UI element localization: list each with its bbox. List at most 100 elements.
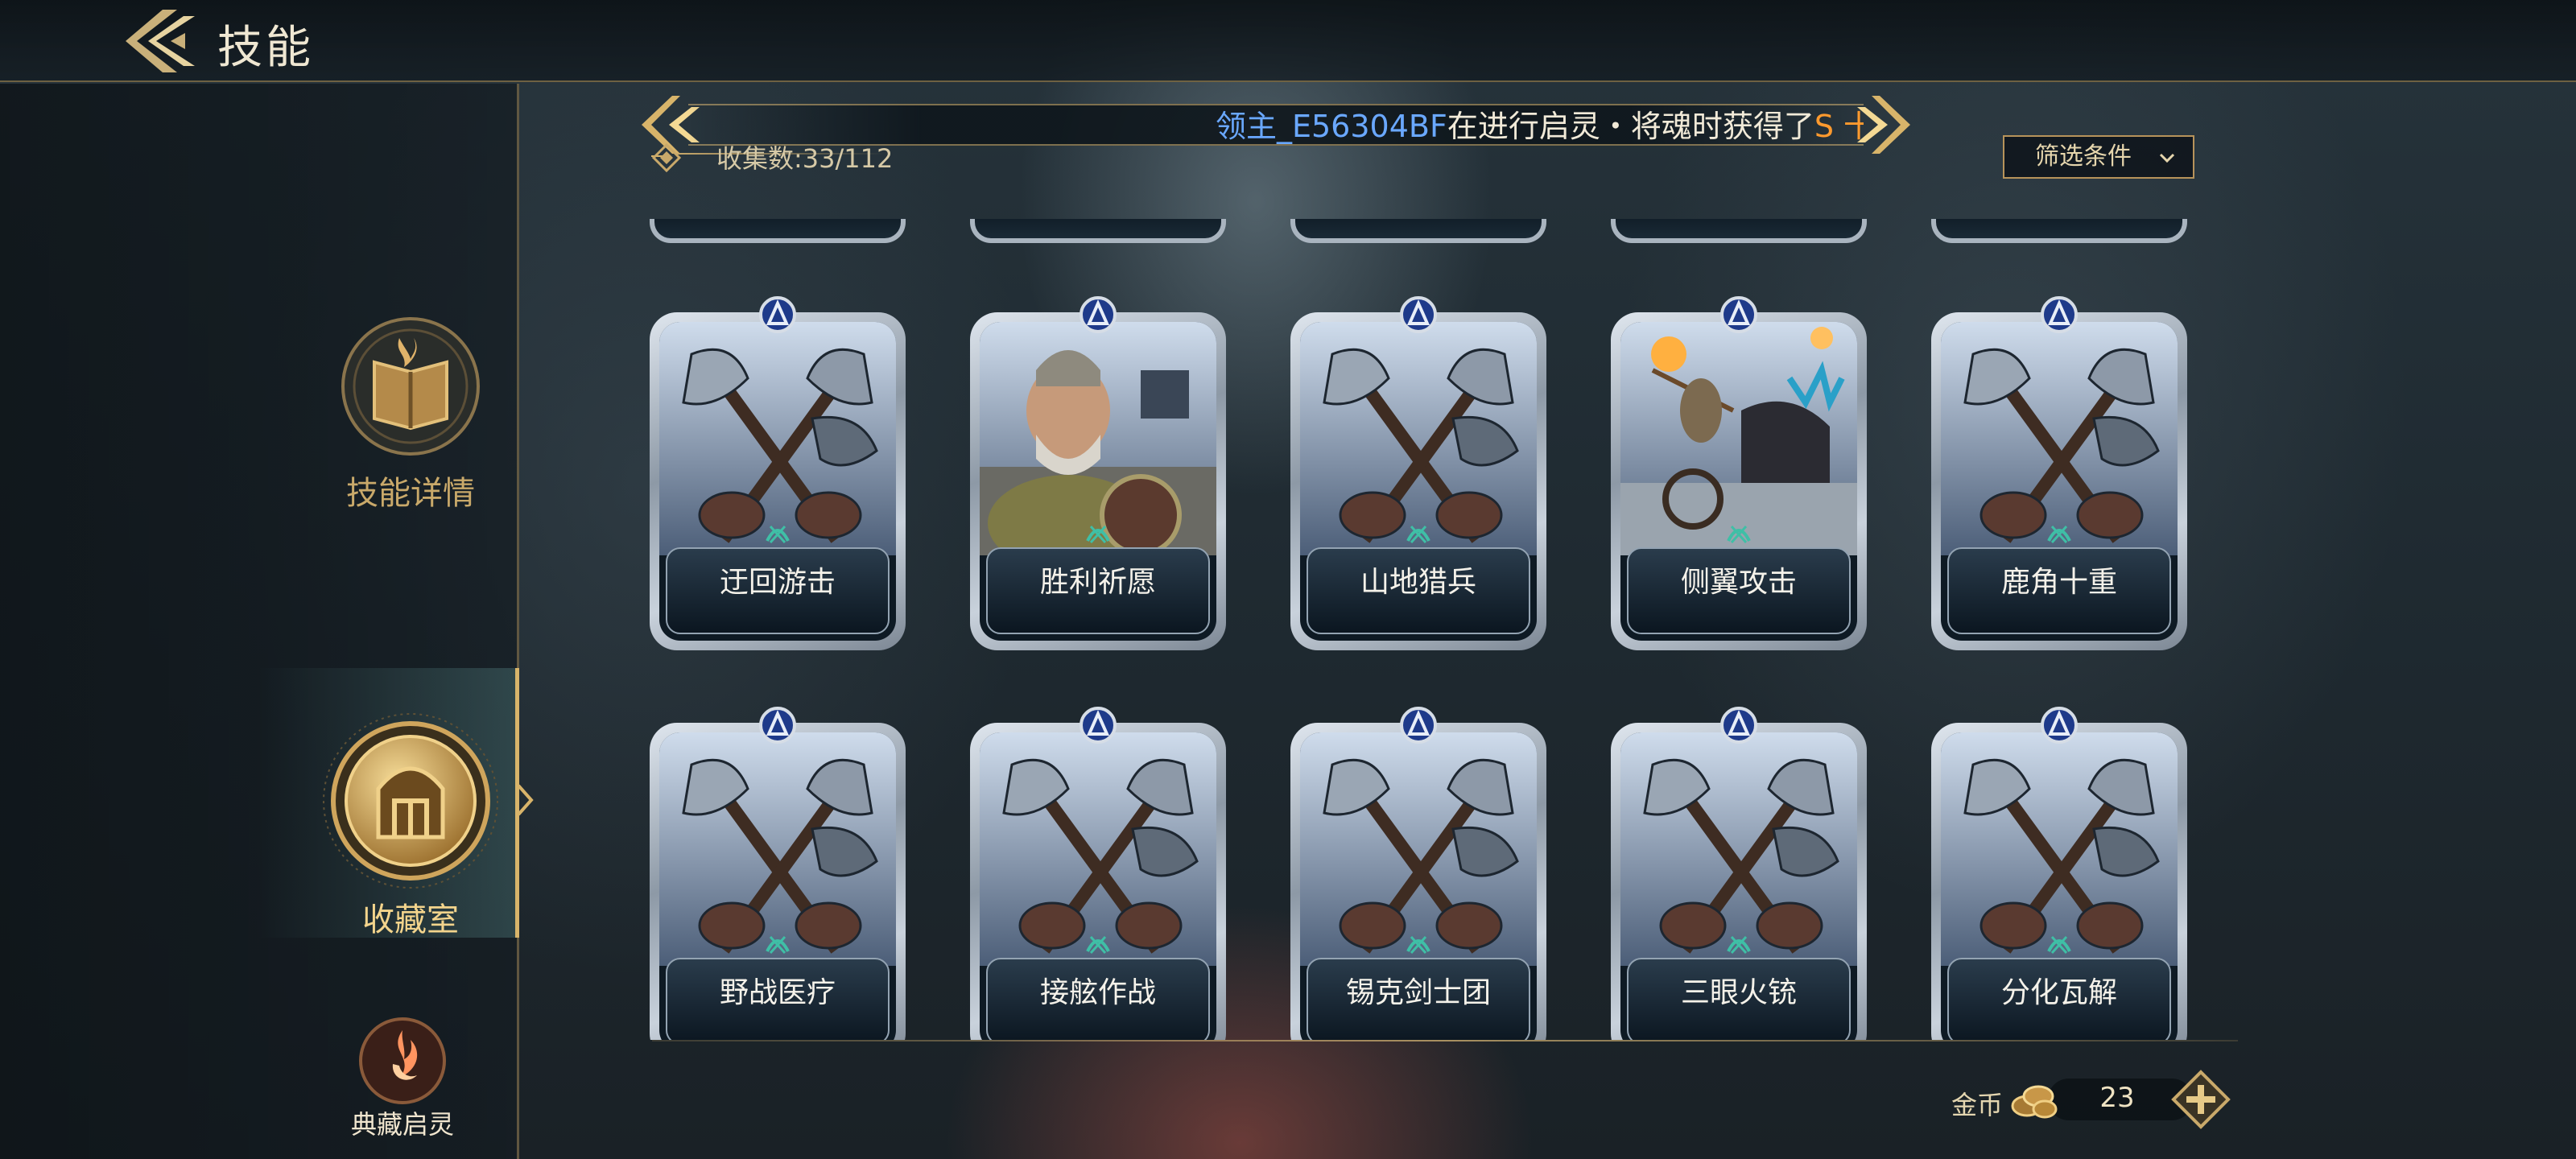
rarity-gem-icon: [1400, 296, 1437, 333]
rarity-gem-icon: [759, 707, 796, 744]
card-name: 三眼火铳: [1680, 976, 1797, 1009]
top-bar: 技能: [0, 0, 2576, 82]
card-namebar: 三眼火铳: [1627, 958, 1851, 1040]
rarity-gem-icon: [1080, 707, 1117, 744]
skill-card[interactable]: 迂回游击: [650, 296, 906, 650]
crossed-axes-art-icon: [659, 732, 896, 966]
card-frame: 锡克剑士团: [1290, 723, 1546, 1040]
chevron-down-icon: [2159, 153, 2175, 163]
card-namebar: 锡克剑士团: [1307, 958, 1530, 1040]
card-name: 锡克剑士团: [1345, 976, 1491, 1009]
ticker-text: 领主_E56304BF在进行启灵・将魂时获得了S 十字军: [1216, 105, 1864, 144]
card-inner: 鹿角十重: [1941, 322, 2178, 641]
rarity-gem-icon: [1080, 296, 1117, 333]
card-namebar: 迂回游击: [666, 547, 890, 634]
card-partial[interactable]: [1290, 219, 1546, 243]
sidebar-item-label: 收藏室: [362, 901, 459, 938]
card-frame: 野战医疗: [650, 723, 906, 1040]
card-type-sigil-icon: [1406, 935, 1430, 955]
card-name: 分化瓦解: [2000, 976, 2117, 1009]
rarity-gem-icon: [1400, 707, 1437, 744]
card-namebar: 接舷作战: [986, 958, 1210, 1040]
card-partial[interactable]: [650, 219, 906, 243]
card-namebar: 鹿角十重: [1947, 547, 2171, 634]
card-partial[interactable]: [1611, 219, 1867, 243]
card-frame: 山地猎兵: [1290, 312, 1546, 650]
sidebar-item-label: 典藏启灵: [350, 1109, 454, 1140]
card-namebar: 分化瓦解: [1947, 958, 2171, 1040]
back-arrow-icon[interactable]: [121, 5, 201, 77]
rarity-gem-icon: [759, 296, 796, 333]
chariot-archer-art-icon: [1620, 322, 1857, 555]
card-namebar: 野战医疗: [666, 958, 890, 1040]
sidebar-item-label: 技能详情: [346, 475, 475, 512]
skill-card[interactable]: 接舷作战: [970, 707, 1226, 1040]
card-type-sigil-icon: [1086, 525, 1110, 544]
card-name: 鹿角十重: [2000, 566, 2117, 599]
skill-card[interactable]: 侧翼攻击: [1611, 296, 1867, 650]
collection-count: 收集数:33/112: [716, 143, 894, 174]
diamond-ornament-icon: [652, 143, 681, 172]
rarity-gem-icon: [2041, 296, 2078, 333]
add-gold-button[interactable]: [2170, 1069, 2231, 1130]
skill-card[interactable]: 分化瓦解: [1931, 707, 2187, 1040]
card-type-sigil-icon: [1086, 935, 1110, 955]
card-frame: 分化瓦解: [1931, 723, 2187, 1040]
flame-spirit-icon: [359, 1017, 446, 1104]
card-inner: 接舷作战: [980, 732, 1216, 1040]
rarity-gem-icon: [1720, 296, 1757, 333]
crossed-axes-art-icon: [1941, 732, 2178, 966]
crossed-axes-art-icon: [1941, 322, 2178, 555]
grid-bottom-divider: [652, 1040, 2238, 1041]
card-namebar: 胜利祈愿: [986, 547, 1210, 634]
card-namebar: 侧翼攻击: [1627, 547, 1851, 634]
sidebar-item-skill-details[interactable]: 技能详情: [306, 306, 515, 514]
card-inner: 迂回游击: [659, 322, 896, 641]
card-frame: 接舷作战: [970, 723, 1226, 1040]
gold-coins-icon: [2011, 1085, 2058, 1119]
skill-card[interactable]: 三眼火铳: [1611, 707, 1867, 1040]
card-frame: 胜利祈愿: [970, 312, 1226, 650]
card-frame: 三眼火铳: [1611, 723, 1867, 1040]
card-name: 野战医疗: [719, 976, 836, 1009]
crossed-axes-art-icon: [980, 732, 1216, 966]
crossed-axes-art-icon: [1620, 732, 1857, 966]
skill-card[interactable]: 野战医疗: [650, 707, 906, 1040]
sidebar-item-collection[interactable]: 收藏室: [294, 708, 527, 940]
card-frame: 侧翼攻击: [1611, 312, 1867, 650]
skill-card[interactable]: 锡克剑士团: [1290, 707, 1546, 1040]
page-title: 技能: [217, 22, 314, 74]
card-name: 侧翼攻击: [1680, 566, 1797, 599]
crossed-axes-art-icon: [1300, 732, 1537, 966]
card-inner: 野战医疗: [659, 732, 896, 1040]
skill-card[interactable]: 胜利祈愿: [970, 296, 1226, 650]
skill-book-icon: [341, 317, 480, 456]
ticker-player-name: 领主_E56304BF: [1216, 109, 1447, 144]
card-inner: 锡克剑士团: [1300, 732, 1537, 1040]
card-inner: 三眼火铳: [1620, 732, 1857, 1040]
card-partial[interactable]: [1931, 219, 2187, 243]
filter-dropdown[interactable]: 筛选条件: [2003, 135, 2194, 179]
card-name: 接舷作战: [1039, 976, 1156, 1009]
collection-emblem-icon: [323, 713, 498, 889]
card-type-sigil-icon: [766, 935, 790, 955]
card-partial[interactable]: [970, 219, 1226, 243]
card-inner: 分化瓦解: [1941, 732, 2178, 1040]
armored-warrior-art-icon: [980, 322, 1216, 555]
card-grid: 迂回游击 胜利祈愿 山地猎兵 侧翼攻击 鹿角十重野战医疗 接舷作战 锡克剑士团 三眼火铳 分化瓦…: [640, 219, 2250, 1040]
rarity-gem-icon: [1720, 707, 1757, 744]
rarity-gem-icon: [2041, 707, 2078, 744]
card-type-sigil-icon: [766, 525, 790, 544]
gold-value: 23: [2099, 1082, 2135, 1114]
card-inner: 山地猎兵: [1300, 322, 1537, 641]
card-namebar: 山地猎兵: [1307, 547, 1530, 634]
sidebar-item-collection-spirit[interactable]: 典藏启灵: [330, 1016, 475, 1141]
card-type-sigil-icon: [1727, 935, 1751, 955]
crossed-axes-art-icon: [659, 322, 896, 555]
ticker-right-arrow-icon[interactable]: [1856, 93, 1912, 157]
skill-card[interactable]: 鹿角十重: [1931, 296, 2187, 650]
sidebar: [0, 84, 519, 1159]
skill-card[interactable]: 山地猎兵: [1290, 296, 1546, 650]
crossed-axes-art-icon: [1300, 322, 1537, 555]
card-type-sigil-icon: [1727, 525, 1751, 544]
